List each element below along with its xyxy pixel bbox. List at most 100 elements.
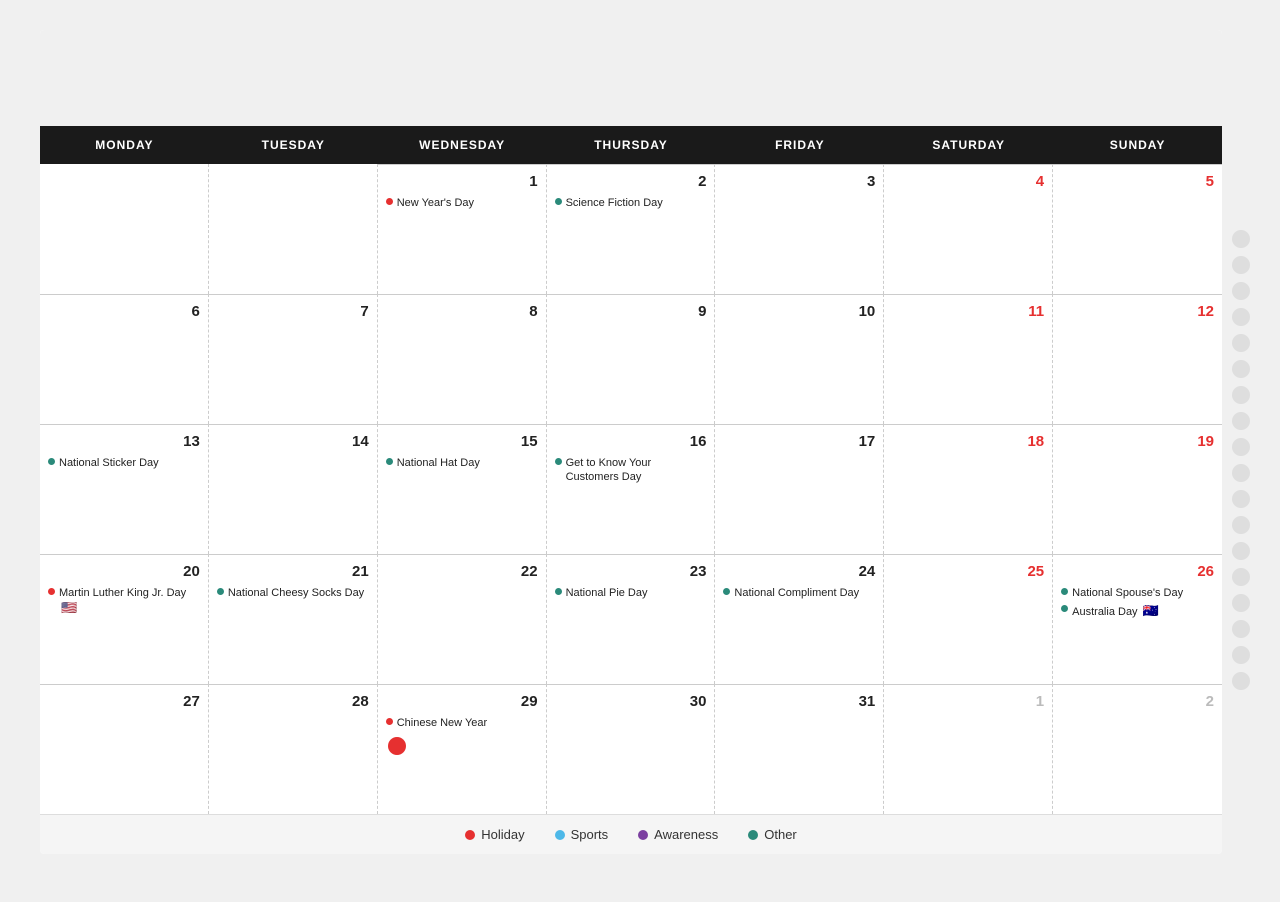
event-dot [48,588,55,595]
calendar-cell-10: 10 [715,294,884,424]
event-dot [555,198,562,205]
cell-date: 10 [723,303,875,320]
days-header: MONDAYTUESDAYWEDNESDAYTHURSDAYFRIDAYSATU… [40,126,1222,164]
calendar-cell-3: 3 [715,164,884,294]
event-item: National Spouse's Day [1061,586,1214,600]
legend-label: Awareness [654,827,718,842]
event-item: National Sticker Day [48,456,200,470]
event-dot [48,458,55,465]
calendar-cell-2: 2 [1053,684,1222,814]
calendar-cell-20: 20 Martin Luther King Jr. Day 🇺🇸 [40,554,209,684]
cell-date: 12 [1061,303,1214,320]
event-dot [386,458,393,465]
calendar-cell-30: 30 [547,684,716,814]
cell-date: 9 [555,303,707,320]
sidebar-dot [1232,308,1250,326]
event-item: National Cheesy Socks Day [217,586,369,600]
calendar-cell-26: 26National Spouse's DayAustralia Day 🇦🇺 [1053,554,1222,684]
footer-legend: Holiday Sports Awareness Other [40,814,1222,854]
event-dot [217,588,224,595]
event-text: National Spouse's Day [1072,586,1183,600]
event-text: Get to Know Your Customers Day [566,456,707,485]
cell-date: 14 [217,433,369,450]
cell-date: 17 [723,433,875,450]
month-year-title [70,50,80,110]
day-header-sunday: SUNDAY [1053,126,1222,164]
chinese-new-year-icon [388,737,406,755]
event-text: National Cheesy Socks Day [228,586,364,600]
calendar-cell-1: 1 [884,684,1053,814]
event-dot [555,458,562,465]
calendar-container: MONDAYTUESDAYWEDNESDAYTHURSDAYFRIDAYSATU… [40,30,1222,854]
calendar-cell-12: 12 [1053,294,1222,424]
main-wrapper: MONDAYTUESDAYWEDNESDAYTHURSDAYFRIDAYSATU… [40,30,1260,854]
event-item: New Year's Day [386,196,538,210]
cell-date: 28 [217,693,369,710]
sidebar-dot [1232,230,1250,248]
legend-label: Other [764,827,797,842]
cell-date: 30 [555,693,707,710]
legend-item: Sports [555,827,609,842]
day-header-thursday: THURSDAY [547,126,716,164]
calendar-cell-19: 19 [1053,424,1222,554]
legend-label: Holiday [481,827,524,842]
event-item: Chinese New Year [386,716,538,730]
calendar-cell-empty-1 [209,164,378,294]
calendar-cell-14: 14 [209,424,378,554]
cell-date: 4 [892,173,1044,190]
sidebar-dot [1232,438,1250,456]
cell-date: 1 [386,173,538,190]
calendar-cell-18: 18 [884,424,1053,554]
event-dot [1061,588,1068,595]
legend-item: Awareness [638,827,718,842]
sidebar-dot [1232,672,1250,690]
legend-dot [555,830,565,840]
calendar-cell-27: 27 [40,684,209,814]
day-header-friday: FRIDAY [715,126,884,164]
calendar-cell-13: 13National Sticker Day [40,424,209,554]
legend-dot [748,830,758,840]
calendar-cell-6: 6 [40,294,209,424]
cell-date: 7 [217,303,369,320]
cell-date: 25 [892,563,1044,580]
calendar-cell-15: 15National Hat Day [378,424,547,554]
calendar-cell-2: 2 Science Fiction Day [547,164,716,294]
calendar-cell-4: 4 [884,164,1053,294]
au-flag-icon: 🇦🇺 [1143,603,1159,620]
legend-item: Other [748,827,797,842]
event-text: New Year's Day [397,196,474,210]
event-dot [386,718,393,725]
calendar-grid: 1 New Year's Day 2 Science Fiction Day 345 67… [40,164,1222,814]
calendar-cell-24: 24National Compliment Day [715,554,884,684]
cell-date: 2 [555,173,707,190]
cell-date: 21 [217,563,369,580]
cell-date: 22 [386,563,538,580]
cell-date: 15 [386,433,538,450]
calendar-cell-1: 1 New Year's Day [378,164,547,294]
event-dot [555,588,562,595]
calendar-cell-21: 21 National Cheesy Socks Day [209,554,378,684]
cell-date: 20 [48,563,200,580]
event-item: Get to Know Your Customers Day [555,456,707,485]
cell-date: 8 [386,303,538,320]
cell-date: 16 [555,433,707,450]
cell-date: 18 [892,433,1044,450]
us-flag-icon: 🇺🇸 [61,600,77,617]
cell-date: 29 [386,693,538,710]
legend-label: Sports [571,827,609,842]
event-item: National Pie Day [555,586,707,600]
legend-item: Holiday [465,827,524,842]
calendar-cell-11: 11 [884,294,1053,424]
event-text: Australia Day 🇦🇺 [1072,603,1159,620]
event-text: Science Fiction Day [566,196,663,210]
cell-date: 24 [723,563,875,580]
sidebar-dot [1232,568,1250,586]
calendar-header [40,30,1222,126]
calendar-cell-23: 23National Pie Day [547,554,716,684]
cell-date: 19 [1061,433,1214,450]
cell-date: 5 [1061,173,1214,190]
calendar-cell-29: 29 Chinese New Year [378,684,547,814]
cell-date: 27 [48,693,200,710]
cell-date: 1 [892,693,1044,710]
event-text: Martin Luther King Jr. Day 🇺🇸 [59,586,200,617]
